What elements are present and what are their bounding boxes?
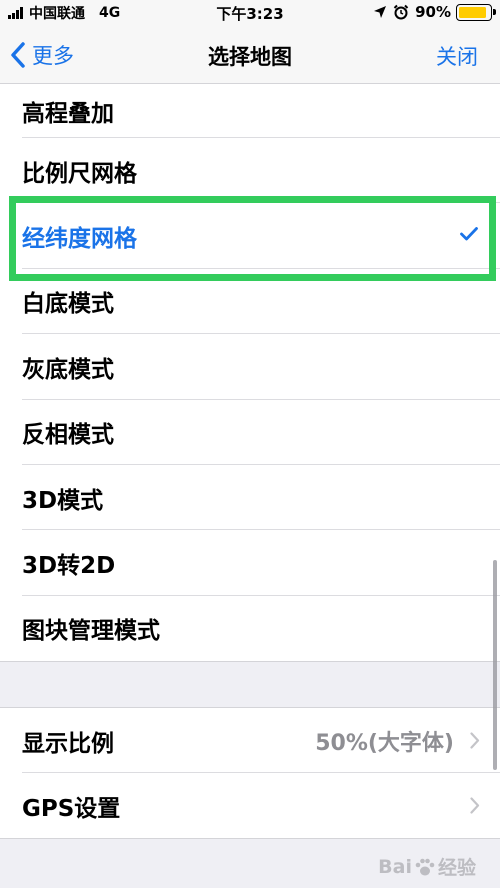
map-option-scale-grid[interactable]: 比例尺网格 — [0, 138, 500, 204]
settings-list: 显示比例 50%(大字体) GPS设置 — [0, 707, 500, 839]
map-option-label: 白底模式 — [22, 291, 114, 318]
watermark: Bai 经验 — [378, 853, 476, 880]
gps-settings-label: GPS设置 — [22, 795, 121, 822]
location-arrow-icon — [374, 6, 387, 18]
paw-icon — [415, 858, 435, 875]
display-scale-row[interactable]: 显示比例 50%(大字体) — [0, 708, 500, 773]
status-right: 90% — [373, 3, 496, 21]
battery-percent: 90% — [415, 3, 451, 21]
battery-fill — [459, 6, 486, 18]
map-option-label: 灰底模式 — [22, 356, 114, 383]
gps-settings-row[interactable]: GPS设置 — [0, 773, 500, 838]
alarm-icon — [393, 4, 409, 20]
map-options-list: 高程叠加 比例尺网格 经纬度网格 白底模式 灰底模式 反相模式 3D模式 3D转… — [0, 84, 500, 663]
status-bar: 中国联通 4G 下午3:23 90% — [0, 0, 500, 26]
map-option-label: 3D转2D — [22, 553, 116, 580]
map-option-white-mode[interactable]: 白底模式 — [0, 269, 500, 335]
checkmark-icon — [460, 227, 478, 241]
map-option-label: 反相模式 — [22, 422, 114, 449]
map-option-label: 比例尺网格 — [22, 160, 137, 187]
map-option-latlng-grid[interactable]: 经纬度网格 — [0, 203, 500, 270]
map-option-label: 高程叠加 — [22, 101, 114, 127]
map-option-label: 经纬度网格 — [22, 226, 137, 253]
map-option-3d-mode[interactable]: 3D模式 — [0, 465, 500, 531]
battery-tip — [493, 9, 496, 15]
chevron-right-icon — [470, 797, 480, 814]
battery-icon — [456, 3, 496, 21]
scrollbar[interactable] — [493, 560, 497, 770]
map-option-label: 图块管理模式 — [22, 618, 160, 645]
map-option-invert-mode[interactable]: 反相模式 — [0, 400, 500, 466]
map-option-3d-to-2d[interactable]: 3D转2D — [0, 530, 500, 597]
map-option-tile-management[interactable]: 图块管理模式 — [0, 596, 500, 661]
close-button[interactable]: 关闭 — [436, 41, 478, 71]
map-option-elevation-overlay[interactable]: 高程叠加 — [0, 84, 500, 138]
nav-bar: 更多 选择地图 关闭 — [0, 26, 500, 84]
chevron-right-icon — [470, 732, 480, 749]
map-option-gray-mode[interactable]: 灰底模式 — [0, 334, 500, 400]
display-scale-label: 显示比例 — [22, 730, 114, 757]
watermark-text-left: Bai — [378, 855, 412, 878]
page-title: 选择地图 — [208, 45, 292, 69]
watermark-text-right: 经验 — [437, 857, 476, 879]
map-option-label: 3D模式 — [22, 487, 104, 514]
display-scale-value: 50%(大字体) — [315, 730, 454, 756]
